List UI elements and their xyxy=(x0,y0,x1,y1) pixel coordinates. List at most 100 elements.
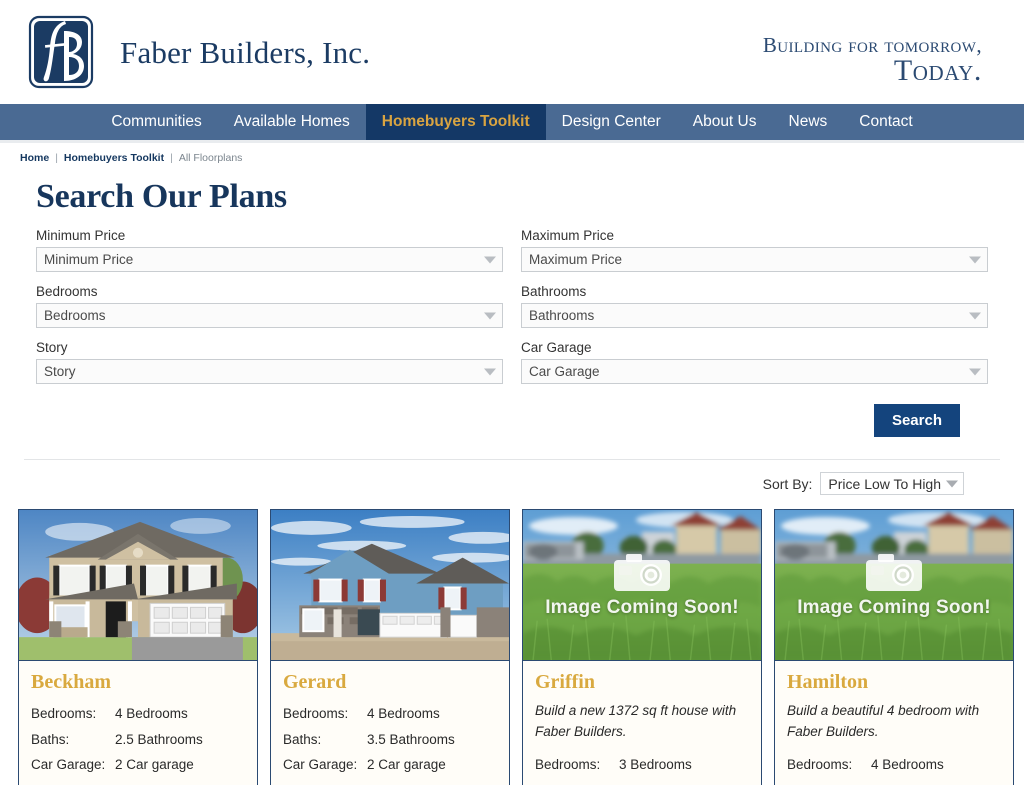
breadcrumb-item-home[interactable]: Home xyxy=(20,152,49,164)
nav-item-available-homes[interactable]: Available Homes xyxy=(218,104,366,140)
placeholder-overlay: Image Coming Soon! xyxy=(775,510,1013,660)
floorplan-name[interactable]: Beckham xyxy=(31,671,245,694)
story-selected-value: Story xyxy=(44,364,76,379)
card-body: Beckham Bedrooms: 4 Bedrooms Baths: 2.5 Bath… xyxy=(19,661,257,785)
nav-item-design-center[interactable]: Design Center xyxy=(546,104,677,140)
bathrooms-label: Bathrooms xyxy=(521,284,587,299)
camera-icon xyxy=(865,551,923,593)
bedrooms-select[interactable]: Bedrooms xyxy=(36,303,503,328)
car-garage-select[interactable]: Car Garage xyxy=(521,359,988,384)
page-title: Search Our Plans xyxy=(36,178,287,215)
brand-tagline: Building for tomorrow, Today. xyxy=(763,34,982,87)
spec-value: 2 Car garage xyxy=(367,757,446,773)
story-select[interactable]: Story xyxy=(36,359,503,384)
spec-row: Baths: 2.5 Bathrooms xyxy=(31,727,245,753)
spec-label: Bedrooms: xyxy=(535,757,601,773)
chevron-down-icon xyxy=(969,312,981,319)
floorplan-card[interactable]: Image Coming Soon! Hamilton Build a beauti… xyxy=(774,509,1014,785)
story-label: Story xyxy=(36,340,68,355)
minimum-price-select[interactable]: Minimum Price xyxy=(36,247,503,272)
spec-row: Car Garage: 2 Car garage xyxy=(31,752,245,778)
nav-item-communities[interactable]: Communities xyxy=(95,104,217,140)
spec-row: Bedrooms: 3 Bedrooms xyxy=(535,752,749,778)
spec-label: Baths: xyxy=(31,731,70,747)
sort-by-value: Price Low To High xyxy=(828,475,941,492)
floorplan-results-grid: Beckham Bedrooms: 4 Bedrooms Baths: 2.5 Bath… xyxy=(18,509,1014,785)
nav-item-news[interactable]: News xyxy=(773,104,844,140)
floorplan-name[interactable]: Hamilton xyxy=(787,671,1001,694)
spec-value: 4 Bedrooms xyxy=(367,706,440,721)
floorplan-card[interactable]: Image Coming Soon! Griffin Build a new 137… xyxy=(522,509,762,785)
spec-label: Car Garage: xyxy=(31,757,106,773)
search-button[interactable]: Search xyxy=(873,404,960,437)
floorplan-description: Build a beautiful 4 bedroom with Faber B… xyxy=(787,703,980,739)
spec-row: Bedrooms: 4 Bedrooms xyxy=(283,701,497,727)
floorplan-card[interactable]: Beckham Bedrooms: 4 Bedrooms Baths: 2.5 Bath… xyxy=(18,509,258,785)
spec-value: 3 Bedrooms xyxy=(619,757,692,773)
spec-label: Car Garage: xyxy=(283,757,358,773)
search-form: Minimum Price Minimum Price Maximum Price M… xyxy=(36,228,988,396)
chevron-down-icon xyxy=(484,256,496,263)
chevron-down-icon xyxy=(969,368,981,375)
spec-label: Bedrooms: xyxy=(283,706,349,721)
floorplan-description: Build a new 1372 sq ft house with Faber … xyxy=(535,703,737,739)
spec-label: Baths: xyxy=(283,731,322,747)
sort-controls: Sort By: Price Low To High xyxy=(24,472,964,495)
sort-by-label: Sort By: xyxy=(762,475,813,492)
coming-soon-label: Image Coming Soon! xyxy=(545,597,739,618)
bathrooms-select[interactable]: Bathrooms xyxy=(521,303,988,328)
floorplan-name[interactable]: Gerard xyxy=(283,671,497,694)
tagline-line-1: Building for tomorrow, xyxy=(762,33,982,57)
maximum-price-label: Maximum Price xyxy=(521,228,615,243)
fb-monogram-logo-icon xyxy=(20,11,104,95)
spec-row: Bedrooms: 4 Bedrooms xyxy=(31,701,245,727)
bedrooms-selected-value: Bedrooms xyxy=(44,308,106,323)
field-maximum-price: Maximum Price Maximum Price xyxy=(521,228,988,272)
site-header: Faber Builders, Inc. Building for tomorr… xyxy=(0,0,1024,104)
breadcrumb-item-all-floorplans: All Floorplans xyxy=(178,152,243,164)
field-minimum-price: Minimum Price Minimum Price xyxy=(36,228,503,272)
chevron-down-icon xyxy=(484,368,496,375)
nav-item-contact[interactable]: Contact xyxy=(843,104,928,140)
field-bedrooms: Bedrooms Bedrooms xyxy=(36,284,503,328)
coming-soon-label: Image Coming Soon! xyxy=(797,597,991,618)
breadcrumb-separator: | xyxy=(55,152,58,164)
bathrooms-selected-value: Bathrooms xyxy=(529,308,595,323)
chevron-down-icon xyxy=(969,256,981,263)
camera-icon xyxy=(613,551,671,593)
field-story: Story Story xyxy=(36,340,503,384)
breadcrumb: Home | Homebuyers Toolkit | All Floorplans xyxy=(0,140,1024,164)
spec-row: Car Garage: 2 Car garage xyxy=(283,752,497,778)
floorplan-name[interactable]: Griffin xyxy=(535,671,749,694)
field-car-garage: Car Garage Car Garage xyxy=(521,340,988,384)
sort-by-select[interactable]: Price Low To High xyxy=(820,472,964,495)
floorplan-photo[interactable] xyxy=(271,510,509,661)
main-navigation: Communities Available Homes Homebuyers Too… xyxy=(0,104,1024,143)
minimum-price-label: Minimum Price xyxy=(36,228,126,243)
spec-row: Bedrooms: 4 Bedrooms xyxy=(787,752,1001,778)
maximum-price-selected-value: Maximum Price xyxy=(529,252,623,267)
spec-value: 2.5 Bathrooms xyxy=(115,731,203,747)
spec-value: 4 Bedrooms xyxy=(871,757,944,773)
search-submit-row: Search xyxy=(24,404,960,437)
floorplan-photo[interactable] xyxy=(19,510,257,661)
spec-label: Bedrooms: xyxy=(787,757,853,773)
main-content: Search Our Plans Minimum Price Minimum Pr… xyxy=(0,178,1024,785)
breadcrumb-item-homebuyers-toolkit[interactable]: Homebuyers Toolkit xyxy=(64,152,164,164)
spec-row: Baths: 3.5 Bathrooms xyxy=(283,727,497,753)
image-coming-soon-placeholder[interactable]: Image Coming Soon! xyxy=(523,510,761,661)
nav-item-homebuyers-toolkit[interactable]: Homebuyers Toolkit xyxy=(365,104,546,140)
floorplan-card[interactable]: Gerard Bedrooms: 4 Bedrooms Baths: 3.5 Bathr… xyxy=(270,509,510,785)
maximum-price-select[interactable]: Maximum Price xyxy=(521,247,988,272)
brand-logo[interactable]: Faber Builders, Inc. xyxy=(20,11,370,95)
car-garage-selected-value: Car Garage xyxy=(529,364,600,379)
placeholder-overlay: Image Coming Soon! xyxy=(523,510,761,660)
bedrooms-label: Bedrooms xyxy=(36,284,98,299)
nav-item-about-us[interactable]: About Us xyxy=(677,104,773,140)
card-body: Griffin Build a new 1372 sq ft house with… xyxy=(523,661,761,785)
chevron-down-icon xyxy=(946,480,958,487)
image-coming-soon-placeholder[interactable]: Image Coming Soon! xyxy=(775,510,1013,661)
section-divider xyxy=(24,459,1000,460)
car-garage-label: Car Garage xyxy=(521,340,592,355)
spec-value: 4 Bedrooms xyxy=(115,706,188,721)
